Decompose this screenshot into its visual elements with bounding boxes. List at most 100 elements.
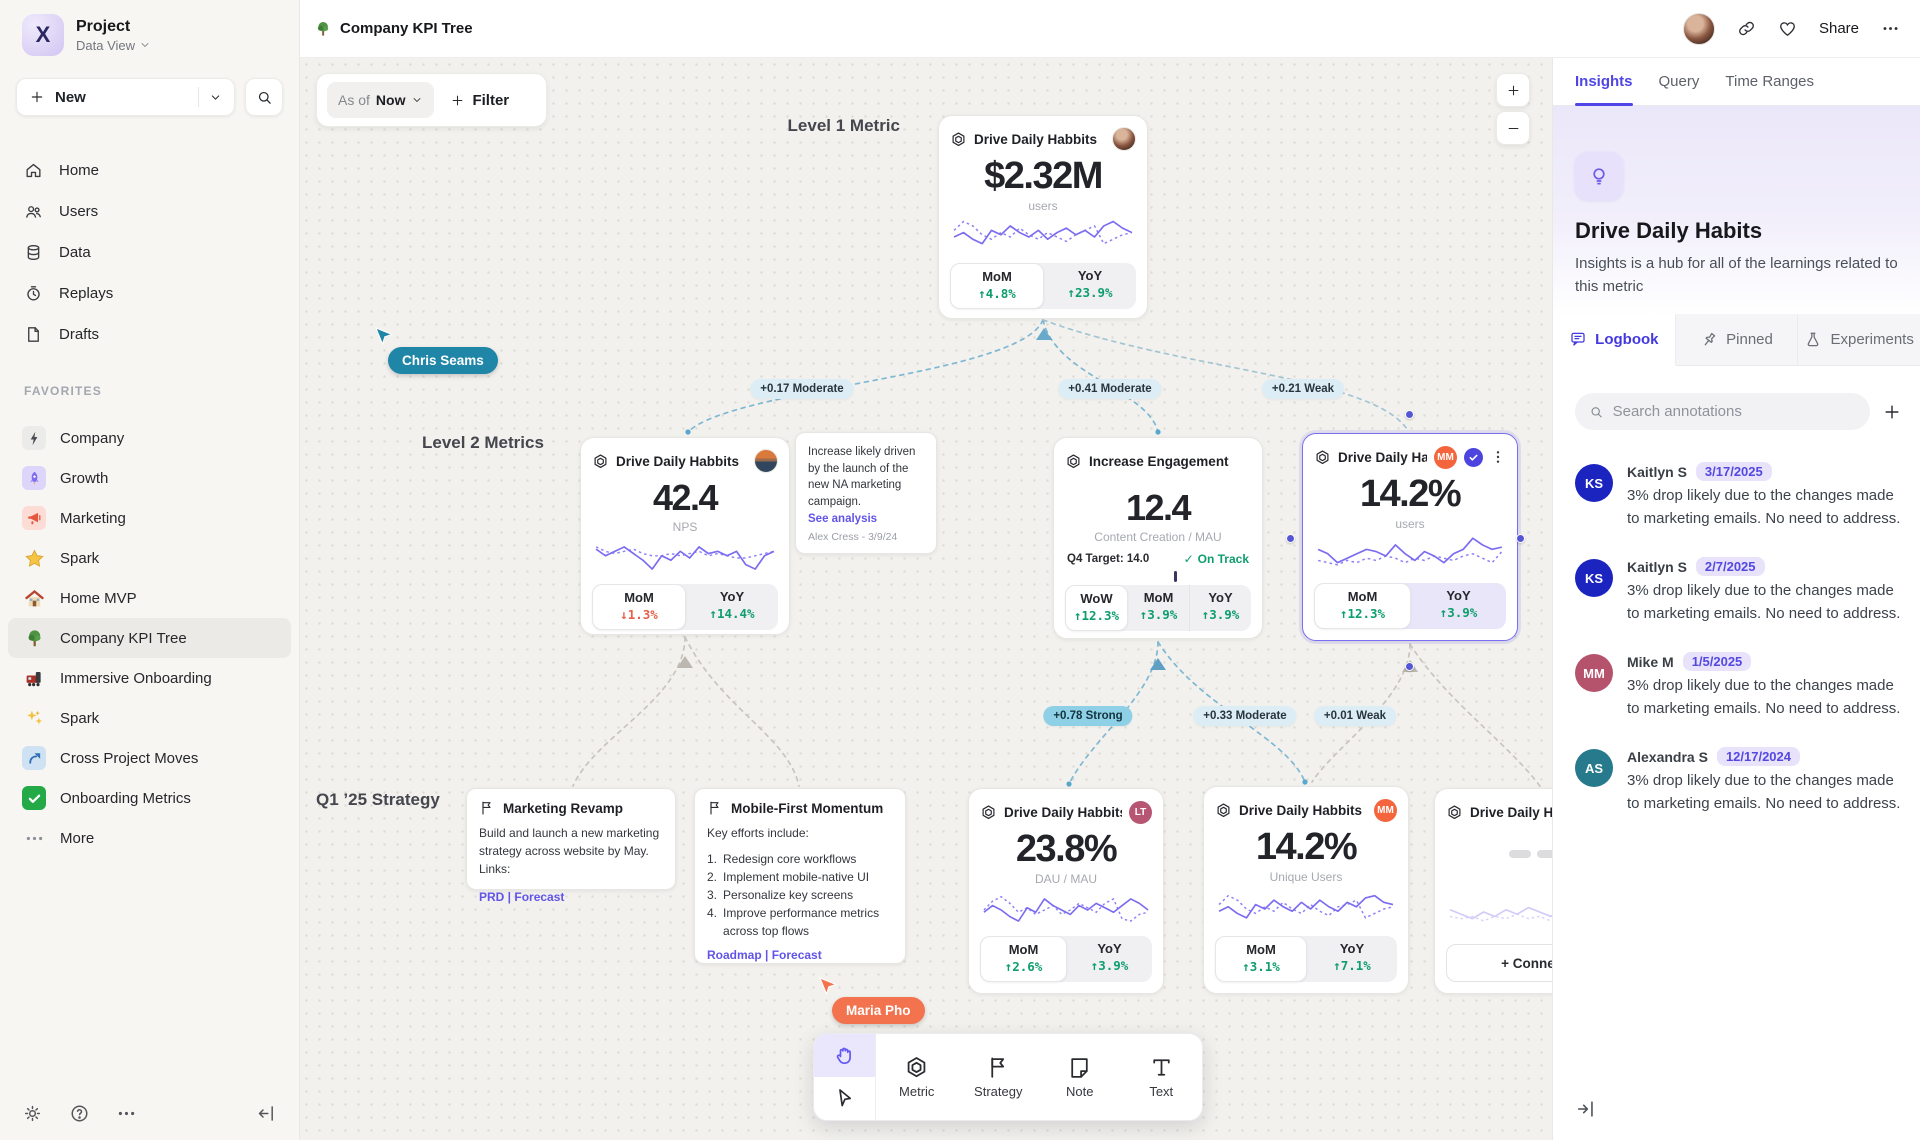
chevron-down-icon[interactable] [209, 91, 222, 104]
new-button[interactable]: New [16, 78, 235, 116]
strategy-card-marketing-revamp[interactable]: Marketing Revamp Build and launch a new … [466, 788, 676, 890]
favorite-item-company[interactable]: Company [8, 418, 291, 458]
kpi-tree-canvas[interactable]: As of Now Filter Level 1 Metric Level 2 … [300, 58, 1552, 1140]
text-tool-button[interactable]: Text [1121, 1034, 1203, 1120]
kebab-menu-icon[interactable] [1490, 449, 1506, 465]
mom-stat[interactable]: MoM ↑4.8% [950, 263, 1044, 309]
sidebar-item-home[interactable]: Home [8, 150, 291, 191]
user-avatar[interactable] [1683, 13, 1715, 45]
favorite-item-onboarding-metrics[interactable]: Onboarding Metrics [8, 778, 291, 818]
annotation-author: Alexandra S [1627, 749, 1708, 765]
sidebar-item-replays[interactable]: Replays [8, 273, 291, 314]
connect-metric-button[interactable]: + Connect [1446, 944, 1552, 982]
sidebar-search-button[interactable] [245, 78, 283, 116]
annotation-search[interactable] [1575, 393, 1870, 430]
favorite-item-home-mvp[interactable]: Home MVP [8, 578, 291, 618]
favorite-item-spark[interactable]: Spark [8, 698, 291, 738]
annotation-entry[interactable]: MMMike M1/5/20253% drop likely due to th… [1575, 652, 1904, 720]
selection-handle[interactable] [1405, 662, 1414, 671]
favorite-item-growth[interactable]: Growth [8, 458, 291, 498]
mom-stat[interactable]: MoM ↑3.1% [1215, 936, 1307, 982]
yoy-stat[interactable]: YoY ↑7.1% [1307, 936, 1397, 982]
subtab-logbook[interactable]: Logbook [1553, 314, 1676, 366]
collaborator-cursor-maria: Maria Pho [818, 976, 925, 1024]
strategy-links[interactable]: Roadmap | Forecast [707, 948, 893, 962]
mom-stat[interactable]: MoM ↑3.9% [1128, 585, 1190, 631]
zoom-out-button[interactable] [1496, 111, 1530, 145]
strategy-list-item: 3.Personalize key screens [707, 886, 893, 904]
select-tool-button[interactable] [814, 1077, 875, 1120]
filter-button[interactable]: Filter [444, 92, 515, 109]
project-switcher[interactable]: X Project Data View [22, 14, 151, 56]
more-icon[interactable] [116, 1103, 137, 1124]
owner-avatar [1112, 127, 1136, 151]
yoy-stat[interactable]: YoY ↑3.9% [1411, 583, 1506, 629]
favorite-heart-icon[interactable] [1778, 19, 1797, 38]
annotation-author: Mike M [1627, 654, 1674, 670]
canvas-controls: As of Now Filter [316, 73, 547, 127]
metric-card-unique-users[interactable]: Drive Daily Habbits MM 14.2% Unique User… [1203, 786, 1409, 994]
favorite-item-immersive-onboarding[interactable]: Immersive Onboarding [8, 658, 291, 698]
strategy-tool-button[interactable]: Strategy [958, 1034, 1040, 1120]
annotation-avatar: KS [1575, 559, 1613, 597]
subtab-experiments[interactable]: Experiments [1798, 314, 1920, 365]
favorite-item-company-kpi-tree[interactable]: Company KPI Tree [8, 618, 291, 658]
mom-stat[interactable]: MoM ↑2.6% [980, 936, 1067, 982]
tab-insights[interactable]: Insights [1575, 58, 1633, 105]
yoy-stat[interactable]: YoY ↑23.9% [1044, 263, 1136, 309]
metric-card-l1-drive-daily-habbits[interactable]: Drive Daily Habbits $2.32M users MoM ↑4.… [938, 115, 1148, 319]
strategy-links[interactable]: PRD | Forecast [479, 890, 663, 904]
wow-stat[interactable]: WoW ↑12.3% [1065, 585, 1128, 631]
owner-badge: MM [1434, 446, 1457, 469]
house-icon [22, 586, 46, 610]
yoy-stat[interactable]: YoY ↑14.4% [686, 584, 778, 630]
metric-icon [950, 131, 967, 148]
metric-tool-button[interactable]: Metric [876, 1034, 958, 1120]
tab-query[interactable]: Query [1659, 58, 1700, 105]
tab-time-ranges[interactable]: Time Ranges [1725, 58, 1814, 105]
yoy-stat[interactable]: YoY ↑3.9% [1190, 585, 1251, 631]
metric-card-unconnected[interactable]: Drive Daily Habbits + Connect [1434, 788, 1552, 994]
annotation-entry[interactable]: ASAlexandra S12/17/20243% drop likely du… [1575, 747, 1904, 815]
metric-card-increase-engagement[interactable]: Increase Engagement 12.4 Content Creatio… [1053, 437, 1263, 639]
add-annotation-icon[interactable] [1882, 402, 1902, 422]
metric-card-l2-nps[interactable]: Drive Daily Habbits 42.4 NPS MoM ↓1.3% Y… [580, 437, 790, 635]
favorite-item-cross-project-moves[interactable]: Cross Project Moves [8, 738, 291, 778]
favorite-item-marketing[interactable]: Marketing [8, 498, 291, 538]
favorite-item-more[interactable]: More [8, 818, 291, 858]
yoy-stat[interactable]: YoY ↑3.9% [1067, 936, 1152, 982]
zoom-in-button[interactable] [1496, 73, 1530, 107]
metric-card-selected-drive-daily-habbits[interactable]: Drive Daily Habb.. MM 14.2% users MoM ↑1… [1302, 433, 1518, 641]
favorite-item-spark[interactable]: Spark [8, 538, 291, 578]
annotation-entry[interactable]: KSKaitlyn S2/7/20253% drop likely due to… [1575, 557, 1904, 625]
copy-link-icon[interactable] [1737, 19, 1756, 38]
annotation-note-card[interactable]: Increase likely driven by the launch of … [795, 432, 937, 554]
sidebar-item-users[interactable]: Users [8, 191, 291, 232]
more-options-icon[interactable] [1881, 19, 1900, 38]
sidebar-item-data[interactable]: Data [8, 232, 291, 273]
mom-stat[interactable]: MoM ↓1.3% [592, 584, 686, 630]
hand-tool-button[interactable] [814, 1034, 875, 1077]
logbook-icon [1569, 330, 1587, 348]
collapse-sidebar-icon[interactable] [256, 1103, 277, 1124]
as-of-dropdown[interactable]: As of Now [327, 82, 434, 118]
share-button[interactable]: Share [1819, 20, 1859, 37]
settings-gear-icon[interactable] [22, 1103, 43, 1124]
mom-stat[interactable]: MoM ↑12.3% [1314, 583, 1411, 629]
sidebar-item-drafts[interactable]: Drafts [8, 314, 291, 355]
help-icon[interactable] [69, 1103, 90, 1124]
selection-handle[interactable] [1405, 410, 1414, 419]
annotation-text: 3% drop likely due to the changes made t… [1627, 769, 1904, 815]
annotation-search-input[interactable] [1613, 403, 1856, 420]
subtab-pinned[interactable]: Pinned [1676, 314, 1799, 365]
metric-card-dau-mau[interactable]: Drive Daily Habbits LT 23.8% DAU / MAU M… [968, 788, 1164, 994]
sidebar-nav: HomeUsersDataReplaysDrafts [8, 150, 291, 355]
collapse-panel-icon[interactable] [1575, 1098, 1597, 1120]
strategy-card-mobile-first-momentum[interactable]: Mobile-First Momentum Key efforts includ… [694, 788, 906, 964]
selection-handle[interactable] [1516, 534, 1525, 543]
favorites-header: FAVORITES [24, 384, 102, 398]
note-tool-button[interactable]: Note [1039, 1034, 1121, 1120]
selection-handle[interactable] [1286, 534, 1295, 543]
annotation-entry[interactable]: KSKaitlyn S3/17/20253% drop likely due t… [1575, 462, 1904, 530]
see-analysis-link[interactable]: See analysis [808, 511, 924, 528]
